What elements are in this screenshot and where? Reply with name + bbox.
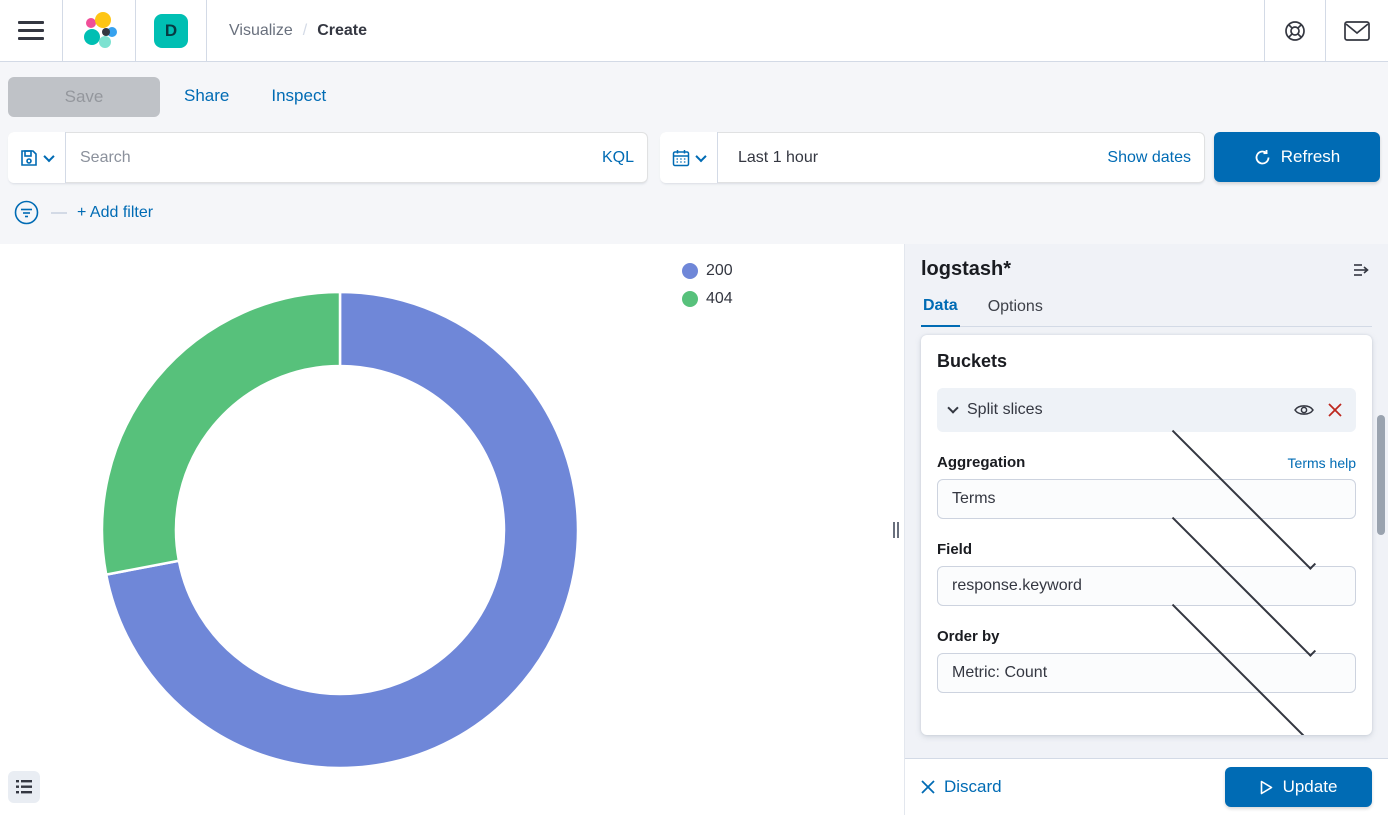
time-range-value[interactable]: Last 1 hour	[718, 132, 1093, 183]
refresh-icon	[1254, 149, 1271, 166]
aggregation-block: Aggregation Terms help Terms	[937, 454, 1356, 519]
breadcrumb-current: Create	[317, 22, 367, 40]
tab-data[interactable]: Data	[921, 297, 960, 327]
inspect-button[interactable]: Inspect	[271, 86, 326, 106]
toggle-visibility-button[interactable]	[1292, 401, 1316, 419]
top-header: D Visualize / Create	[0, 0, 1388, 62]
tab-options[interactable]: Options	[986, 297, 1045, 326]
field-value: response.keyword	[952, 577, 1146, 595]
legend-dot-200	[682, 263, 698, 279]
index-pattern-title: logstash*	[921, 258, 1011, 281]
editor-panel-header: logstash* Data Options	[905, 244, 1388, 327]
bucket-label: Split slices	[967, 401, 1282, 419]
panel-scrollbar[interactable]	[1377, 415, 1385, 535]
newsfeed-button[interactable]	[1326, 0, 1388, 61]
breadcrumb-visualize[interactable]: Visualize	[229, 22, 293, 40]
saved-query-menu-button[interactable]	[8, 132, 66, 183]
field-select[interactable]: response.keyword	[937, 566, 1356, 606]
play-icon	[1260, 780, 1273, 795]
query-bar: KQL	[8, 132, 648, 183]
save-query-icon	[20, 149, 38, 167]
elastic-logo-button[interactable]	[63, 0, 135, 61]
content-area: 200 404	[0, 244, 1388, 815]
space-selector[interactable]: D	[136, 0, 206, 61]
panel-resize-handle[interactable]	[891, 520, 901, 540]
add-filter-button[interactable]: + Add filter	[77, 204, 153, 222]
editor-tabs: Data Options	[921, 297, 1372, 327]
show-dates-button[interactable]: Show dates	[1093, 132, 1205, 183]
buckets-card: Buckets Split slices	[921, 335, 1372, 735]
refresh-button[interactable]: Refresh	[1214, 132, 1380, 182]
calendar-icon	[672, 149, 690, 167]
update-label: Update	[1283, 777, 1338, 797]
share-button[interactable]: Share	[184, 86, 229, 106]
save-button[interactable]: Save	[8, 77, 160, 117]
update-button[interactable]: Update	[1225, 767, 1372, 807]
hamburger-icon	[18, 21, 44, 41]
filter-divider	[51, 212, 67, 214]
order-by-select[interactable]: Metric: Count	[937, 653, 1356, 693]
order-by-value: Metric: Count	[952, 664, 1146, 682]
toggle-legend-button[interactable]	[8, 771, 40, 803]
chart-legend: 200 404	[682, 262, 733, 308]
collapse-panel-button[interactable]	[1350, 260, 1372, 280]
close-icon	[1328, 403, 1342, 417]
discard-label: Discard	[944, 777, 1002, 797]
chevron-down-icon	[43, 150, 54, 161]
legend-item-404[interactable]: 404	[682, 290, 733, 308]
date-quick-select-button[interactable]	[660, 132, 718, 183]
legend-dot-404	[682, 291, 698, 307]
legend-label: 200	[706, 262, 733, 280]
eye-icon	[1294, 403, 1314, 417]
legend-label: 404	[706, 290, 733, 308]
aggregation-label: Aggregation	[937, 454, 1025, 471]
remove-bucket-button[interactable]	[1326, 401, 1344, 419]
time-picker: Last 1 hour Show dates	[660, 132, 1205, 183]
kibana-visualize-create: D Visualize / Create	[0, 0, 1388, 815]
editor-panel: logstash* Data Options	[905, 244, 1388, 815]
split-slices-row[interactable]: Split slices	[937, 388, 1356, 432]
chevron-down-icon[interactable]	[947, 402, 958, 413]
collapse-panel-icon	[1352, 262, 1370, 278]
chevron-down-icon	[1171, 600, 1315, 735]
editor-footer: Discard Update	[905, 758, 1388, 815]
terms-help-link[interactable]: Terms help	[1288, 455, 1356, 471]
field-label: Field	[937, 541, 972, 558]
breadcrumb-separator: /	[303, 22, 307, 40]
list-icon	[16, 780, 32, 794]
space-badge: D	[154, 14, 188, 48]
buckets-title: Buckets	[937, 351, 1356, 372]
filter-bar: + Add filter	[12, 198, 153, 227]
donut-chart[interactable]	[100, 290, 580, 770]
search-input[interactable]	[66, 132, 588, 183]
breadcrumb: Visualize / Create	[207, 0, 377, 61]
mail-icon	[1344, 21, 1370, 41]
discard-button[interactable]: Discard	[921, 777, 1002, 797]
help-button[interactable]	[1265, 0, 1325, 61]
menu-button[interactable]	[0, 0, 62, 61]
chevron-down-icon	[695, 150, 706, 161]
aggregation-value: Terms	[952, 490, 1146, 508]
query-language-button[interactable]: KQL	[588, 132, 648, 183]
refresh-label: Refresh	[1281, 147, 1341, 167]
legend-item-200[interactable]: 200	[682, 262, 733, 280]
filter-menu-button[interactable]	[12, 198, 41, 227]
aggregation-select[interactable]: Terms	[937, 479, 1356, 519]
toolbar-links: Share Inspect	[184, 86, 326, 106]
filter-icon	[14, 200, 39, 225]
help-icon	[1283, 19, 1307, 43]
order-by-label: Order by	[937, 628, 1000, 645]
visualization-area: 200 404	[0, 244, 905, 815]
close-icon	[921, 780, 935, 794]
elastic-logo-icon	[81, 11, 117, 51]
donut-slice-404[interactable]	[102, 292, 340, 575]
